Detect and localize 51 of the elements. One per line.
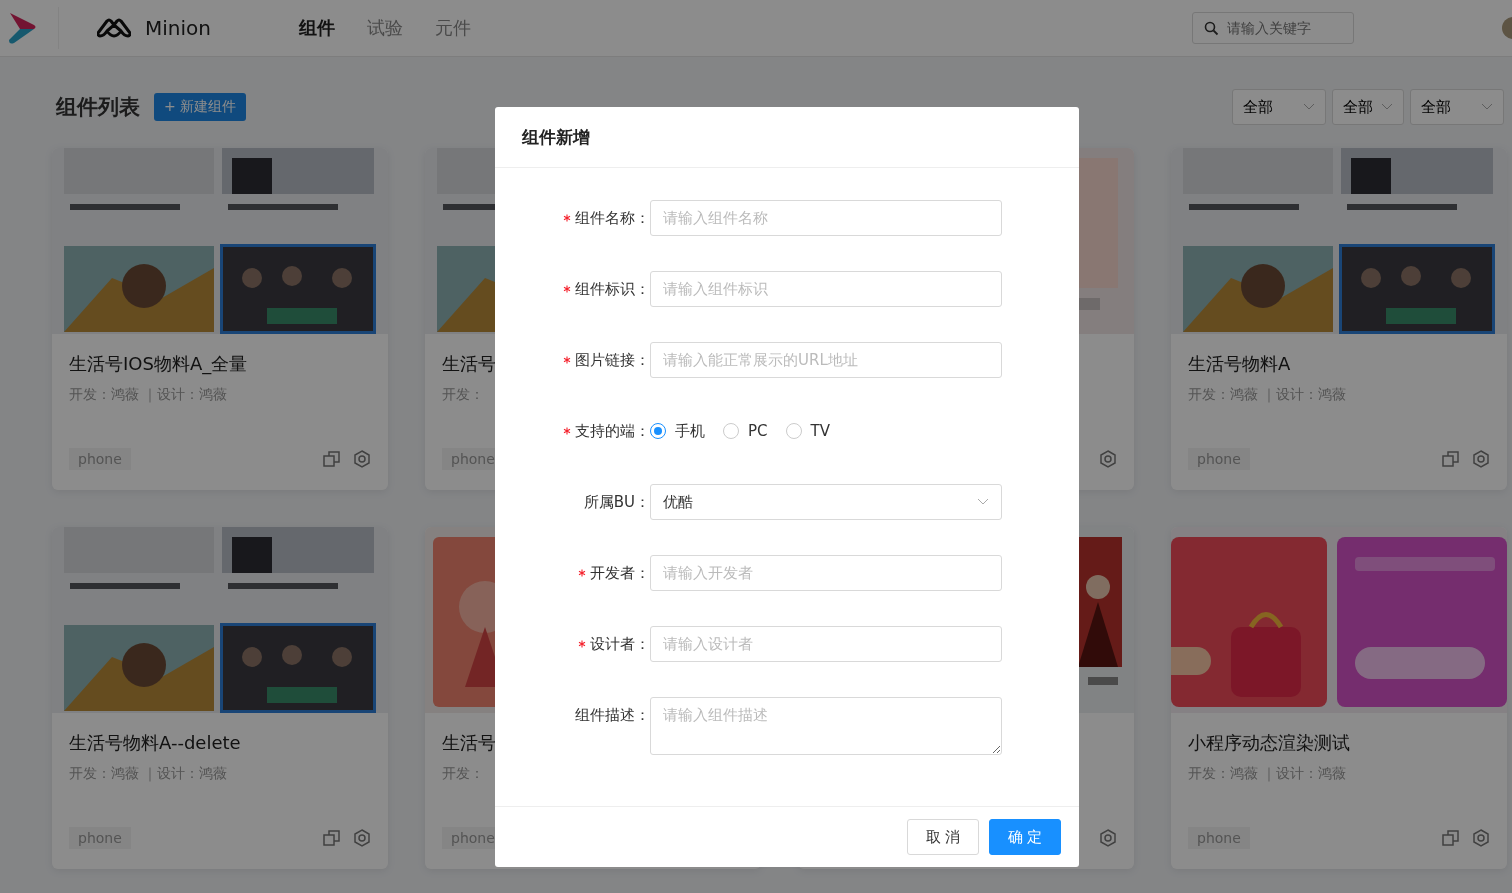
radio-option[interactable]: PC bbox=[723, 422, 768, 440]
settings-icon[interactable] bbox=[1099, 450, 1117, 468]
field-label: 组件名称： bbox=[575, 208, 650, 228]
chevron-down-icon bbox=[977, 498, 989, 506]
nav-tab[interactable]: 组件 bbox=[282, 16, 351, 40]
settings-icon[interactable] bbox=[353, 829, 371, 847]
brand-name: Minion bbox=[145, 16, 211, 40]
card-title: 生活号物料A bbox=[1188, 352, 1291, 376]
copy-icon[interactable] bbox=[1442, 829, 1460, 847]
text-field[interactable]: 请输入能正常展示的URL地址 bbox=[650, 342, 1002, 378]
search-field[interactable]: 请输入关键字 bbox=[1192, 12, 1354, 44]
brand-logo-icon bbox=[97, 17, 131, 39]
copy-icon[interactable] bbox=[323, 829, 341, 847]
card-title: 生活号 bbox=[442, 731, 496, 755]
card-title: 生活号 bbox=[442, 352, 496, 376]
radio-option[interactable]: 手机 bbox=[650, 421, 705, 441]
text-field[interactable]: 请输入组件名称 bbox=[650, 200, 1002, 236]
description-field[interactable]: 请输入组件描述 bbox=[650, 697, 1002, 755]
field-label: 组件标识： bbox=[575, 279, 650, 299]
field-label: 支持的端： bbox=[575, 421, 650, 441]
select-field[interactable]: 优酷 bbox=[650, 484, 1002, 520]
text-field[interactable]: 请输入组件标识 bbox=[650, 271, 1002, 307]
field-label: 设计者： bbox=[590, 634, 650, 654]
settings-icon[interactable] bbox=[1472, 829, 1490, 847]
filter-select[interactable]: 全部 bbox=[1232, 89, 1326, 125]
radio-option[interactable]: TV bbox=[785, 422, 830, 440]
chevron-down-icon bbox=[1303, 103, 1315, 111]
dialog-title: 组件新增 bbox=[522, 125, 590, 149]
chevron-down-icon bbox=[1481, 103, 1493, 111]
settings-icon[interactable] bbox=[1099, 829, 1117, 847]
filter-select[interactable]: 全部 bbox=[1410, 89, 1504, 125]
page-title: 组件列表 bbox=[56, 94, 140, 121]
text-field[interactable]: 请输入开发者 bbox=[650, 555, 1002, 591]
search-icon bbox=[1204, 21, 1219, 36]
field-label: 所属BU： bbox=[583, 492, 650, 512]
filter-select[interactable]: 全部 bbox=[1332, 89, 1404, 125]
field-label: 开发者： bbox=[590, 563, 650, 583]
card-title: 生活号物料A--delete bbox=[69, 731, 241, 755]
cancel-button[interactable]: 取 消 bbox=[907, 819, 979, 855]
settings-icon[interactable] bbox=[1472, 450, 1490, 468]
copy-icon[interactable] bbox=[323, 450, 341, 468]
card-title: 小程序动态渲染测试 bbox=[1188, 731, 1350, 755]
text-field[interactable]: 请输入设计者 bbox=[650, 626, 1002, 662]
app-logo-icon[interactable] bbox=[8, 11, 38, 45]
chevron-down-icon bbox=[1381, 103, 1393, 111]
confirm-button[interactable]: 确 定 bbox=[989, 819, 1061, 855]
settings-icon[interactable] bbox=[353, 450, 371, 468]
field-label: 组件描述： bbox=[575, 705, 650, 725]
field-label: 图片链接： bbox=[575, 350, 650, 370]
card-title: 生活号IOS物料A_全量 bbox=[69, 352, 248, 376]
copy-icon[interactable] bbox=[1442, 450, 1460, 468]
